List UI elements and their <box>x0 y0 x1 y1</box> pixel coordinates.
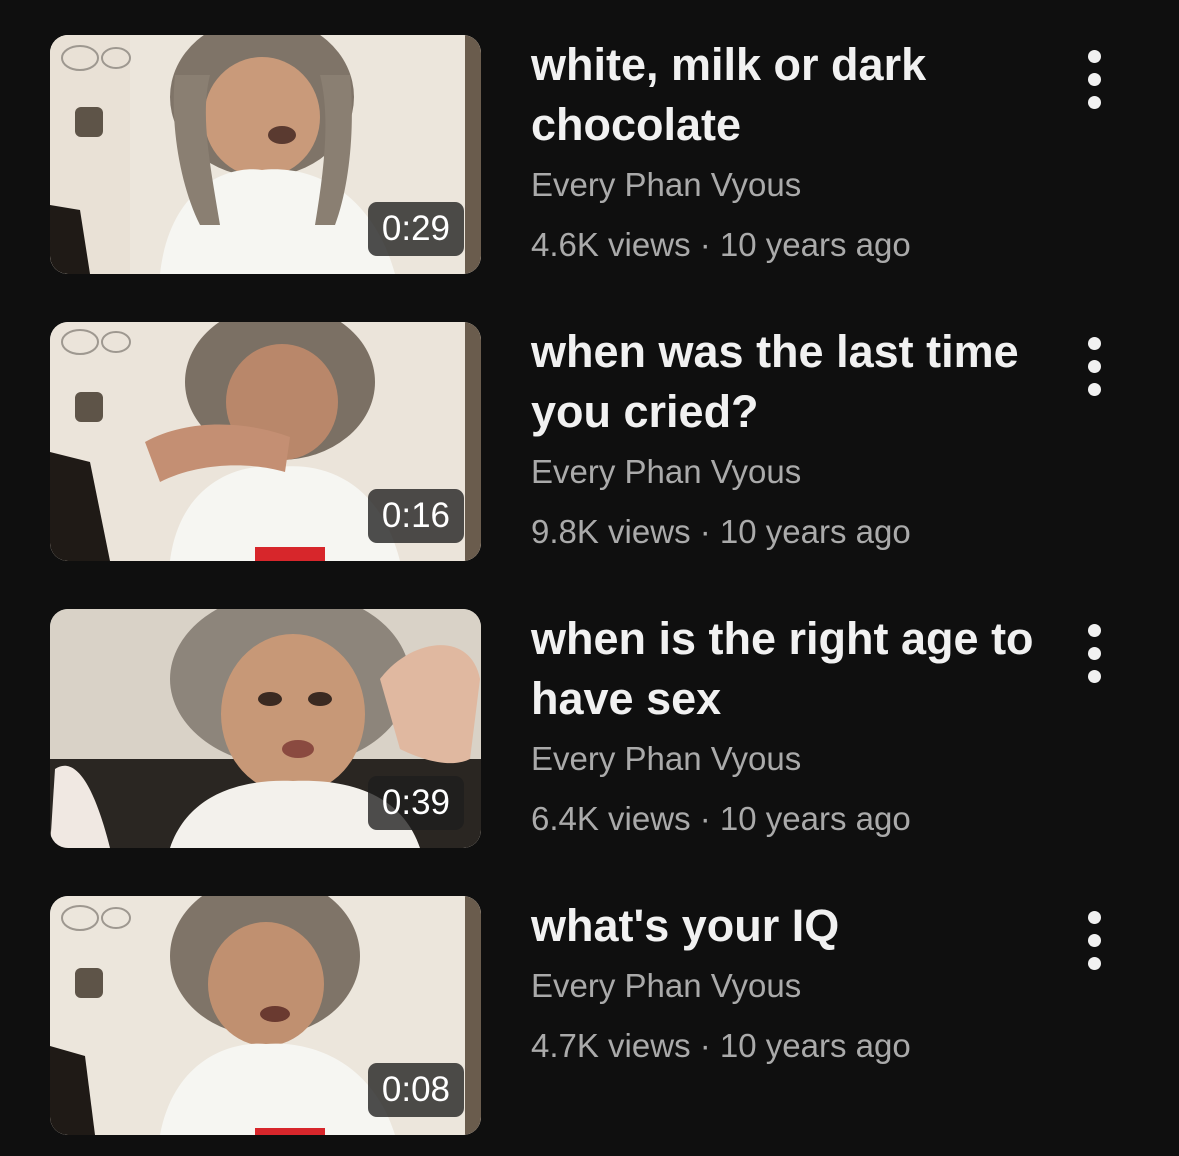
view-count: 9.8K views <box>531 513 691 550</box>
more-vertical-icon[interactable] <box>1072 619 1116 689</box>
video-thumbnail[interactable]: 0:16 <box>50 322 481 561</box>
video-meta: when is the right age to have sex Every … <box>531 609 1051 839</box>
video-meta: white, milk or dark chocolate Every Phan… <box>531 35 1051 265</box>
separator: · <box>699 800 711 837</box>
upload-age: 10 years ago <box>719 1027 911 1064</box>
video-stats: 6.4K views · 10 years ago <box>531 799 1051 839</box>
video-item[interactable]: 0:29 white, milk or dark chocolate Every… <box>0 35 1179 275</box>
video-item[interactable]: 0:08 what's your IQ Every Phan Vyous 4.7… <box>0 896 1179 1136</box>
more-vertical-icon[interactable] <box>1072 332 1116 402</box>
separator: · <box>699 1027 711 1064</box>
video-stats: 4.7K views · 10 years ago <box>531 1026 1051 1066</box>
video-stats: 9.8K views · 10 years ago <box>531 512 1051 552</box>
upload-age: 10 years ago <box>719 226 911 263</box>
more-vertical-icon[interactable] <box>1072 45 1116 115</box>
video-title[interactable]: white, milk or dark chocolate <box>531 35 1051 155</box>
channel-name[interactable]: Every Phan Vyous <box>531 739 1051 779</box>
video-thumbnail[interactable]: 0:29 <box>50 35 481 274</box>
channel-name[interactable]: Every Phan Vyous <box>531 966 1051 1006</box>
video-list: 0:29 white, milk or dark chocolate Every… <box>0 0 1179 1156</box>
separator: · <box>699 513 711 550</box>
view-count: 4.6K views <box>531 226 691 263</box>
more-vertical-icon[interactable] <box>1072 906 1116 976</box>
video-stats: 4.6K views · 10 years ago <box>531 225 1051 265</box>
video-thumbnail[interactable]: 0:39 <box>50 609 481 848</box>
video-meta: what's your IQ Every Phan Vyous 4.7K vie… <box>531 896 1051 1066</box>
upload-age: 10 years ago <box>719 513 911 550</box>
duration-badge: 0:29 <box>367 202 464 256</box>
duration-badge: 0:16 <box>367 489 464 543</box>
view-count: 4.7K views <box>531 1027 691 1064</box>
video-item[interactable]: 0:16 when was the last time you cried? E… <box>0 322 1179 562</box>
video-title[interactable]: what's your IQ <box>531 896 1051 956</box>
video-title[interactable]: when is the right age to have sex <box>531 609 1051 729</box>
channel-name[interactable]: Every Phan Vyous <box>531 452 1051 492</box>
video-thumbnail[interactable]: 0:08 <box>50 896 481 1135</box>
upload-age: 10 years ago <box>719 800 911 837</box>
duration-badge: 0:08 <box>367 1063 464 1117</box>
separator: · <box>699 226 711 263</box>
channel-name[interactable]: Every Phan Vyous <box>531 165 1051 205</box>
duration-badge: 0:39 <box>367 776 464 830</box>
video-meta: when was the last time you cried? Every … <box>531 322 1051 552</box>
view-count: 6.4K views <box>531 800 691 837</box>
video-title[interactable]: when was the last time you cried? <box>531 322 1051 442</box>
video-item[interactable]: 0:39 when is the right age to have sex E… <box>0 609 1179 849</box>
